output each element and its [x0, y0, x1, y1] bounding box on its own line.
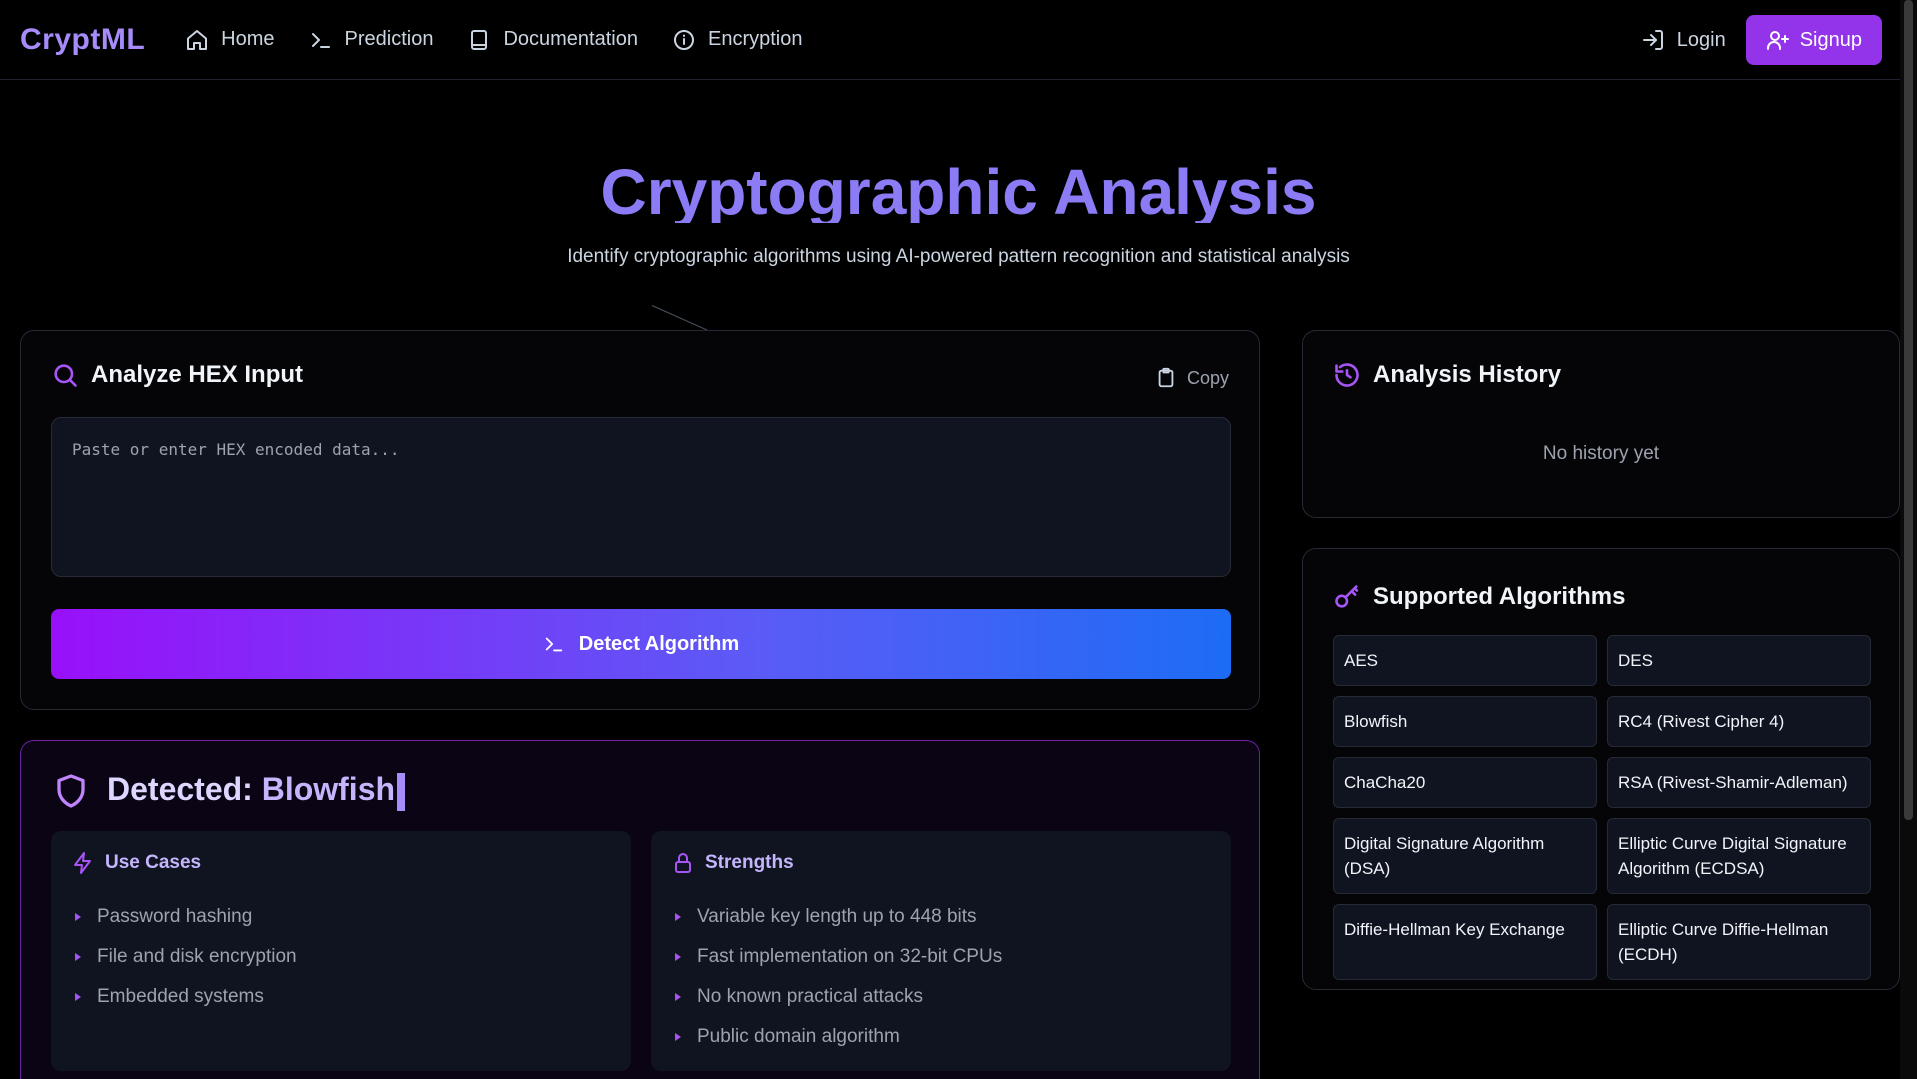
signup-button[interactable]: Signup: [1745, 15, 1882, 65]
algorithm-item[interactable]: ChaCha20: [1333, 757, 1597, 808]
analysis-history-card: Analysis History No history yet: [1302, 330, 1900, 518]
algorithm-item[interactable]: RSA (Rivest-Shamir-Adleman): [1607, 757, 1871, 808]
strengths-title: Strengths: [705, 852, 794, 873]
lightning-icon: [74, 852, 91, 874]
list-item-text: Public domain algorithm: [697, 1026, 900, 1047]
user-plus-icon: [1766, 31, 1789, 50]
nav-prediction-label: Prediction: [344, 28, 434, 50]
list-item-text: No known practical attacks: [697, 986, 923, 1007]
history-icon: [1335, 363, 1359, 387]
list-item: Embedded systems: [75, 977, 297, 1017]
history-card-title: Analysis History: [1333, 361, 1561, 389]
home-icon: [187, 29, 208, 50]
list-item-text: Password hashing: [97, 906, 253, 927]
list-item-text: Fast implementation on 32-bit CPUs: [697, 946, 1003, 967]
nav-encryption[interactable]: Encryption: [672, 28, 803, 52]
scrollbar-thumb[interactable]: [1904, 0, 1913, 820]
list-item: Public domain algorithm: [675, 1017, 1002, 1057]
bullet-icon: [75, 953, 81, 961]
algorithm-item[interactable]: Digital Signature Algorithm (DSA): [1333, 818, 1597, 894]
detected-algorithm: Blowfish: [261, 771, 396, 807]
bullet-icon: [75, 913, 81, 921]
bullet-icon: [675, 913, 681, 921]
detect-label: Detect Algorithm: [578, 632, 740, 655]
page-title: Cryptographic Analysis: [600, 156, 1317, 223]
nav-auth: Login Signup: [1641, 15, 1882, 65]
analyze-title-text: Analyze HEX Input: [91, 361, 304, 388]
list-item-text: Embedded systems: [97, 986, 264, 1007]
copy-label: Copy: [1186, 367, 1229, 388]
list-item: Password hashing: [75, 897, 297, 937]
algorithm-item[interactable]: AES: [1333, 635, 1597, 686]
nav-encryption-label: Encryption: [707, 28, 803, 50]
algorithm-grid: AES DES Blowfish RC4 (Rivest Cipher 4) C…: [1333, 635, 1871, 980]
detection-result-card: Detected: Blowfish Use Cases Password ha…: [20, 740, 1260, 1079]
hex-input[interactable]: [51, 417, 1231, 577]
use-cases-list: Password hashing File and disk encryptio…: [75, 897, 297, 1017]
history-empty-message: No history yet: [1542, 443, 1660, 464]
list-item: Variable key length up to 448 bits: [675, 897, 1002, 937]
nav-links: Home Prediction Documentation Encryption: [185, 28, 802, 52]
strengths-list: Variable key length up to 448 bits Fast …: [675, 897, 1002, 1057]
login-icon: [1642, 30, 1663, 50]
use-cases-panel: Use Cases Password hashing File and disk…: [51, 831, 631, 1071]
algorithm-item[interactable]: Elliptic Curve Diffie-Hellman (ECDH): [1607, 904, 1871, 980]
copy-button[interactable]: Copy: [1155, 367, 1229, 389]
analyze-card-title: Analyze HEX Input: [51, 361, 303, 389]
bullet-icon: [75, 993, 81, 1001]
terminal-icon: [545, 637, 563, 652]
nav-home[interactable]: Home: [185, 28, 275, 52]
bullet-icon: [675, 953, 681, 961]
strengths-panel: Strengths Variable key length up to 448 …: [651, 831, 1231, 1071]
algorithm-item[interactable]: RC4 (Rivest Cipher 4): [1607, 696, 1871, 747]
key-icon: [1335, 585, 1359, 608]
algorithm-item[interactable]: Blowfish: [1333, 696, 1597, 747]
login-button[interactable]: Login: [1641, 28, 1726, 52]
use-cases-heading: Use Cases: [71, 851, 201, 875]
list-item-text: Variable key length up to 448 bits: [697, 906, 977, 927]
page-subtitle: Identify cryptographic algorithms using …: [567, 246, 1350, 267]
login-label: Login: [1676, 28, 1726, 51]
list-item: Fast implementation on 32-bit CPUs: [675, 937, 1002, 977]
info-icon: [673, 29, 694, 50]
detected-prefix: Detected:: [107, 771, 253, 807]
list-item-text: File and disk encryption: [97, 946, 297, 967]
list-item: No known practical attacks: [675, 977, 1002, 1017]
detect-algorithm-button[interactable]: Detect Algorithm: [51, 609, 1231, 679]
nav-documentation[interactable]: Documentation: [467, 28, 638, 52]
algorithms-title-text: Supported Algorithms: [1373, 583, 1626, 610]
algorithm-item[interactable]: Diffie-Hellman Key Exchange: [1333, 904, 1597, 980]
algorithm-item[interactable]: Elliptic Curve Digital Signature Algorit…: [1607, 818, 1871, 894]
lock-icon: [675, 853, 691, 873]
clipboard-icon: [1158, 367, 1174, 388]
terminal-icon: [311, 32, 330, 48]
nav-prediction[interactable]: Prediction: [309, 28, 434, 52]
supported-algorithms-card: Supported Algorithms AES DES Blowfish RC…: [1302, 548, 1900, 990]
history-title-text: Analysis History: [1373, 361, 1562, 388]
text-cursor: [397, 772, 406, 811]
book-icon: [471, 29, 488, 50]
algorithm-item[interactable]: DES: [1607, 635, 1871, 686]
algorithms-card-title: Supported Algorithms: [1333, 583, 1625, 611]
top-navbar: CryptML Home Prediction Documentation En…: [0, 0, 1900, 80]
use-cases-title: Use Cases: [105, 852, 202, 873]
shield-icon: [57, 774, 85, 808]
strengths-heading: Strengths: [671, 851, 794, 875]
detection-result-title: Detected: Blowfish: [53, 771, 406, 811]
list-item: File and disk encryption: [75, 937, 297, 977]
analyze-card: Analyze HEX Input Copy Detect Algorithm: [20, 330, 1260, 710]
bullet-icon: [675, 993, 681, 1001]
search-icon: [54, 364, 77, 387]
decorative-line: [651, 305, 708, 331]
brand-logo[interactable]: CryptML: [20, 23, 145, 57]
nav-home-label: Home: [221, 28, 275, 50]
nav-documentation-label: Documentation: [503, 28, 638, 50]
bullet-icon: [675, 1033, 681, 1041]
signup-label: Signup: [1799, 28, 1862, 51]
